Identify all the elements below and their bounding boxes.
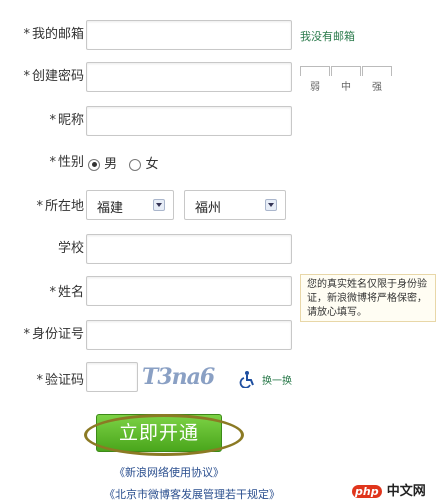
strength-medium-label: 中 bbox=[341, 82, 351, 93]
id-number-field[interactable] bbox=[86, 320, 292, 350]
email-field[interactable] bbox=[86, 20, 292, 50]
gender-female-option[interactable]: 女 bbox=[129, 157, 158, 172]
strength-bar-strong bbox=[362, 66, 392, 76]
province-select[interactable]: 福建 bbox=[86, 190, 174, 220]
gender-options: 男 女 bbox=[88, 153, 158, 172]
captcha-image: T3na6 bbox=[142, 364, 215, 390]
school-label: 学校 bbox=[4, 240, 84, 258]
strength-bar-medium bbox=[331, 66, 361, 76]
location-label: * 所在地 bbox=[4, 198, 84, 216]
required-star: * bbox=[23, 27, 30, 42]
name-field[interactable] bbox=[86, 276, 292, 306]
school-field[interactable] bbox=[86, 234, 292, 264]
required-star: * bbox=[23, 69, 30, 84]
refresh-captcha-link[interactable]: 换一换 bbox=[262, 372, 292, 387]
id-label-text: 身份证号 bbox=[31, 327, 84, 342]
password-strength-meter: 弱 中 强 bbox=[300, 66, 392, 93]
password-field[interactable] bbox=[86, 62, 292, 92]
terms-link[interactable]: 《新浪网络使用协议》 bbox=[114, 464, 224, 480]
city-select[interactable]: 福州 bbox=[184, 190, 286, 220]
email-label-text: 我的邮箱 bbox=[31, 27, 84, 42]
site-watermark: php 中文网 bbox=[352, 480, 426, 499]
school-label-text: 学校 bbox=[57, 241, 84, 256]
name-tip: 您的真实姓名仅限于身份验证，新浪微博将严格保密，请放心填写。 bbox=[300, 274, 436, 322]
password-label-text: 创建密码 bbox=[31, 69, 84, 84]
strength-strong-label: 强 bbox=[372, 82, 382, 93]
nickname-label-text: 昵称 bbox=[57, 113, 84, 128]
gender-male-option[interactable]: 男 bbox=[88, 157, 117, 172]
strength-weak-label: 弱 bbox=[310, 82, 320, 93]
chevron-down-icon[interactable] bbox=[153, 199, 165, 211]
strength-bar-weak bbox=[300, 66, 330, 76]
php-logo: php bbox=[352, 485, 382, 498]
captcha-field[interactable] bbox=[86, 362, 138, 392]
radio-male[interactable] bbox=[88, 158, 100, 171]
location-label-text: 所在地 bbox=[44, 199, 84, 214]
id-label: * 身份证号 bbox=[4, 326, 84, 344]
gender-label-text: 性别 bbox=[57, 155, 84, 170]
gender-label: * 性别 bbox=[4, 154, 84, 172]
no-email-link[interactable]: 我没有邮箱 bbox=[300, 28, 355, 44]
accessibility-icon[interactable] bbox=[238, 370, 256, 389]
required-star: * bbox=[49, 155, 56, 170]
captcha-label-text: 验证码 bbox=[44, 373, 84, 388]
nickname-label: * 昵称 bbox=[4, 112, 84, 130]
highlight-ellipse bbox=[84, 414, 244, 456]
city-value: 福州 bbox=[195, 201, 222, 216]
required-star: * bbox=[36, 373, 43, 388]
name-label-text: 姓名 bbox=[57, 285, 84, 300]
required-star: * bbox=[36, 199, 43, 214]
email-label: * 我的邮箱 bbox=[4, 26, 84, 44]
name-label: * 姓名 bbox=[4, 284, 84, 302]
password-label: * 创建密码 bbox=[4, 68, 84, 86]
required-star: * bbox=[49, 285, 56, 300]
nickname-field[interactable] bbox=[86, 106, 292, 136]
gender-female-label: 女 bbox=[145, 157, 159, 172]
gender-male-label: 男 bbox=[104, 157, 118, 172]
province-value: 福建 bbox=[97, 201, 124, 216]
chevron-down-icon[interactable] bbox=[265, 199, 277, 211]
required-star: * bbox=[49, 113, 56, 128]
captcha-label: * 验证码 bbox=[4, 372, 84, 390]
radio-female[interactable] bbox=[129, 158, 142, 171]
required-star: * bbox=[23, 327, 30, 342]
site-name: 中文网 bbox=[386, 484, 426, 499]
